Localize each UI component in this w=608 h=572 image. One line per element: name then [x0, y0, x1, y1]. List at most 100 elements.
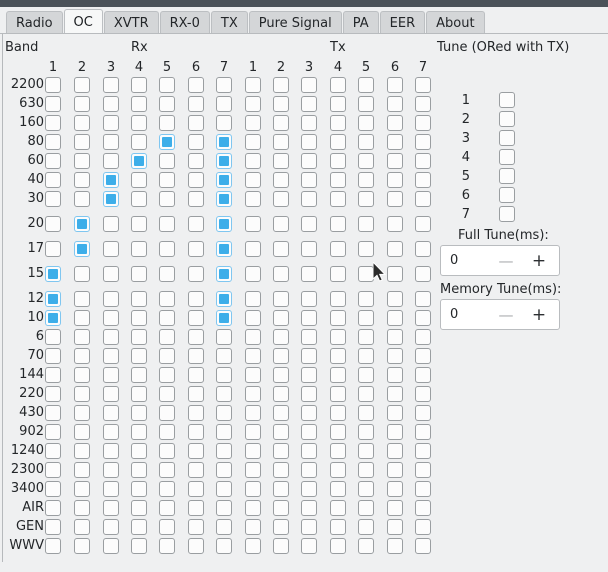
oc-checkbox-tx-gen-5[interactable]	[358, 519, 374, 535]
oc-checkbox-tx-gen-3[interactable]	[301, 519, 317, 535]
oc-checkbox-rx-30-1[interactable]	[45, 191, 61, 207]
oc-checkbox-rx-630-5[interactable]	[159, 96, 175, 112]
oc-checkbox-tx-70-5[interactable]	[358, 348, 374, 364]
oc-checkbox-rx-2200-2[interactable]	[74, 77, 90, 93]
tab-eer[interactable]: EER	[379, 11, 426, 34]
oc-checkbox-tx-3400-7[interactable]	[415, 481, 431, 497]
oc-checkbox-tx-gen-2[interactable]	[273, 519, 289, 535]
oc-checkbox-rx-2300-5[interactable]	[159, 462, 175, 478]
oc-checkbox-rx-15-3[interactable]	[103, 266, 119, 282]
oc-checkbox-rx-60-6[interactable]	[188, 153, 204, 169]
oc-checkbox-tx-60-4[interactable]	[330, 153, 346, 169]
oc-checkbox-rx-70-1[interactable]	[45, 348, 61, 364]
oc-checkbox-tx-20-4[interactable]	[330, 216, 346, 232]
oc-checkbox-tx-3400-3[interactable]	[301, 481, 317, 497]
oc-checkbox-rx-10-2[interactable]	[74, 310, 90, 326]
oc-checkbox-rx-20-3[interactable]	[103, 216, 119, 232]
oc-checkbox-tx-air-1[interactable]	[245, 500, 261, 516]
oc-checkbox-rx-40-6[interactable]	[188, 172, 204, 188]
oc-checkbox-rx-30-5[interactable]	[159, 191, 175, 207]
oc-checkbox-rx-80-6[interactable]	[188, 134, 204, 150]
oc-checkbox-tx-144-1[interactable]	[245, 367, 261, 383]
oc-checkbox-rx-15-1[interactable]	[45, 266, 61, 282]
oc-checkbox-tx-2200-2[interactable]	[273, 77, 289, 93]
oc-checkbox-rx-air-3[interactable]	[103, 500, 119, 516]
oc-checkbox-rx-air-4[interactable]	[131, 500, 147, 516]
oc-checkbox-rx-17-3[interactable]	[103, 241, 119, 257]
oc-checkbox-rx-30-7[interactable]	[216, 191, 232, 207]
oc-checkbox-rx-10-6[interactable]	[188, 310, 204, 326]
oc-checkbox-rx-630-7[interactable]	[216, 96, 232, 112]
oc-checkbox-rx-1240-4[interactable]	[131, 443, 147, 459]
oc-checkbox-tx-220-6[interactable]	[387, 386, 403, 402]
oc-checkbox-rx-2200-5[interactable]	[159, 77, 175, 93]
oc-checkbox-tx-70-3[interactable]	[301, 348, 317, 364]
oc-checkbox-rx-2300-6[interactable]	[188, 462, 204, 478]
oc-checkbox-tx-10-6[interactable]	[387, 310, 403, 326]
tune-checkbox-2[interactable]	[499, 111, 515, 127]
oc-checkbox-tx-12-5[interactable]	[358, 291, 374, 307]
oc-checkbox-tx-3400-1[interactable]	[245, 481, 261, 497]
oc-checkbox-tx-60-7[interactable]	[415, 153, 431, 169]
oc-checkbox-tx-1240-1[interactable]	[245, 443, 261, 459]
oc-checkbox-rx-60-3[interactable]	[103, 153, 119, 169]
oc-checkbox-rx-air-6[interactable]	[188, 500, 204, 516]
oc-checkbox-rx-2300-4[interactable]	[131, 462, 147, 478]
oc-checkbox-rx-gen-1[interactable]	[45, 519, 61, 535]
oc-checkbox-rx-6-2[interactable]	[74, 329, 90, 345]
memory-tune-decrement-button[interactable]: —	[497, 306, 515, 324]
tune-checkbox-7[interactable]	[499, 206, 515, 222]
oc-checkbox-tx-630-7[interactable]	[415, 96, 431, 112]
memory-tune-increment-button[interactable]: +	[530, 305, 548, 325]
oc-checkbox-rx-60-4[interactable]	[131, 153, 147, 169]
oc-checkbox-rx-430-3[interactable]	[103, 405, 119, 421]
oc-checkbox-tx-gen-1[interactable]	[245, 519, 261, 535]
oc-checkbox-tx-80-1[interactable]	[245, 134, 261, 150]
tab-pure-signal[interactable]: Pure Signal	[248, 11, 342, 34]
oc-checkbox-rx-6-1[interactable]	[45, 329, 61, 345]
oc-checkbox-rx-gen-6[interactable]	[188, 519, 204, 535]
oc-checkbox-rx-902-2[interactable]	[74, 424, 90, 440]
oc-checkbox-rx-80-5[interactable]	[159, 134, 175, 150]
oc-checkbox-tx-40-5[interactable]	[358, 172, 374, 188]
oc-checkbox-rx-air-2[interactable]	[74, 500, 90, 516]
oc-checkbox-tx-1240-5[interactable]	[358, 443, 374, 459]
oc-checkbox-tx-12-4[interactable]	[330, 291, 346, 307]
oc-checkbox-rx-15-7[interactable]	[216, 266, 232, 282]
oc-checkbox-rx-6-3[interactable]	[103, 329, 119, 345]
oc-checkbox-rx-220-1[interactable]	[45, 386, 61, 402]
oc-checkbox-rx-2300-3[interactable]	[103, 462, 119, 478]
oc-checkbox-tx-70-1[interactable]	[245, 348, 261, 364]
oc-checkbox-rx-15-4[interactable]	[131, 266, 147, 282]
oc-checkbox-tx-70-2[interactable]	[273, 348, 289, 364]
oc-checkbox-tx-70-7[interactable]	[415, 348, 431, 364]
oc-checkbox-tx-160-2[interactable]	[273, 115, 289, 131]
oc-checkbox-rx-10-1[interactable]	[45, 310, 61, 326]
oc-checkbox-rx-70-4[interactable]	[131, 348, 147, 364]
tune-checkbox-4[interactable]	[499, 149, 515, 165]
tune-checkbox-5[interactable]	[499, 168, 515, 184]
oc-checkbox-tx-2300-6[interactable]	[387, 462, 403, 478]
oc-checkbox-tx-902-5[interactable]	[358, 424, 374, 440]
oc-checkbox-rx-17-5[interactable]	[159, 241, 175, 257]
oc-checkbox-tx-60-5[interactable]	[358, 153, 374, 169]
oc-checkbox-tx-144-3[interactable]	[301, 367, 317, 383]
oc-checkbox-tx-30-2[interactable]	[273, 191, 289, 207]
oc-checkbox-tx-430-7[interactable]	[415, 405, 431, 421]
oc-checkbox-tx-902-1[interactable]	[245, 424, 261, 440]
oc-checkbox-rx-40-4[interactable]	[131, 172, 147, 188]
oc-checkbox-rx-6-5[interactable]	[159, 329, 175, 345]
oc-checkbox-tx-6-2[interactable]	[273, 329, 289, 345]
oc-checkbox-tx-2200-4[interactable]	[330, 77, 346, 93]
oc-checkbox-rx-70-6[interactable]	[188, 348, 204, 364]
oc-checkbox-rx-220-2[interactable]	[74, 386, 90, 402]
oc-checkbox-tx-630-4[interactable]	[330, 96, 346, 112]
memory-tune-spinbox[interactable]: 0 — +	[440, 299, 560, 330]
oc-checkbox-rx-60-7[interactable]	[216, 153, 232, 169]
oc-checkbox-tx-15-4[interactable]	[330, 266, 346, 282]
oc-checkbox-rx-220-4[interactable]	[131, 386, 147, 402]
oc-checkbox-rx-902-1[interactable]	[45, 424, 61, 440]
oc-checkbox-rx-12-5[interactable]	[159, 291, 175, 307]
oc-checkbox-rx-80-4[interactable]	[131, 134, 147, 150]
oc-checkbox-tx-144-7[interactable]	[415, 367, 431, 383]
